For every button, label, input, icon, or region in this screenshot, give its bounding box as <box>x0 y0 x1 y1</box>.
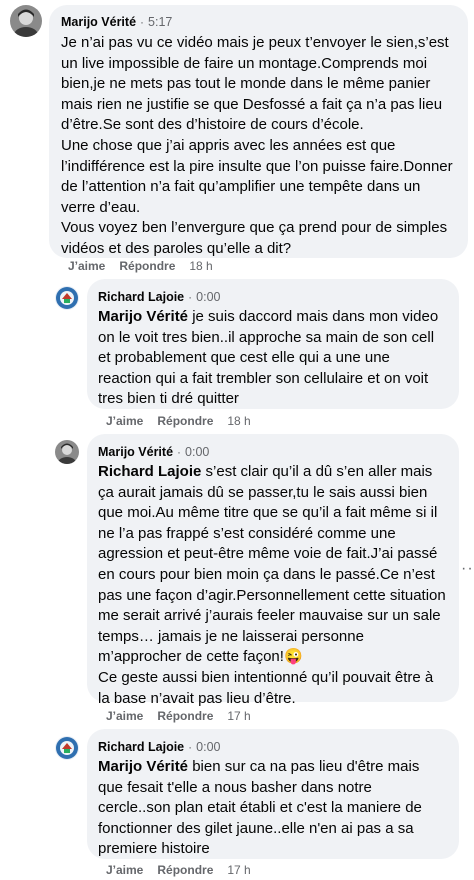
comment-author[interactable]: Marijo Vérité <box>98 445 173 459</box>
like-button[interactable]: J’aime <box>106 863 143 877</box>
avatar-logo-icon <box>55 736 79 760</box>
comment-author[interactable]: Richard Lajoie <box>98 290 184 304</box>
comment-time: 0:00 <box>185 445 210 459</box>
avatar[interactable] <box>55 286 79 310</box>
comment-actions: J’aime Répondre 18 h <box>68 259 227 273</box>
avatar[interactable] <box>10 5 42 37</box>
reply-button[interactable]: Répondre <box>157 863 213 877</box>
reply-button[interactable]: Répondre <box>157 709 213 723</box>
separator-dot: · <box>177 445 182 459</box>
comment-text-block: Richard Lajoie s’est clair qu’il a dû s’… <box>98 462 447 709</box>
separator-dot: · <box>188 740 193 754</box>
comment-actions: J’aime Répondre 18 h <box>106 414 265 428</box>
reply-bubble: Richard Lajoie · 0:00 Marijo Vérité bien s… <box>87 729 459 859</box>
comment-age[interactable]: 18 h <box>189 259 212 273</box>
like-button[interactable]: J’aime <box>106 414 143 428</box>
like-button[interactable]: J’aime <box>106 709 143 723</box>
comment-age[interactable]: 18 h <box>227 414 250 428</box>
comment-bubble: Marijo Vérité · 5:17 Je n’ai pas vu ce vid… <box>49 5 468 258</box>
comment-time: 5:17 <box>148 15 173 29</box>
avatar-photo-icon <box>55 440 79 464</box>
separator-dot: · <box>188 290 193 304</box>
like-button[interactable]: J’aime <box>68 259 105 273</box>
comment-time: 0:00 <box>196 740 221 754</box>
comment-age[interactable]: 17 h <box>227 863 250 877</box>
separator-dot: · <box>140 15 145 29</box>
comment-text-block: Marijo Vérité bien sur ca na pas lieu d'… <box>98 757 447 860</box>
mention-link[interactable]: Richard Lajoie <box>98 463 201 480</box>
comment-time: 0:00 <box>196 290 221 304</box>
comment-author[interactable]: Richard Lajoie <box>98 740 184 754</box>
comment-header: Richard Lajoie · 0:00 <box>98 288 447 306</box>
comment-text-block: Marijo Vérité je suis daccord mais dans … <box>98 307 447 410</box>
reply-bubble: Richard Lajoie · 0:00 Marijo Vérité je sui… <box>87 279 459 409</box>
comment-header: Marijo Vérité · 0:00 <box>98 443 447 461</box>
comment-age[interactable]: 17 h <box>227 709 250 723</box>
mention-link[interactable]: Marijo Vérité <box>98 758 188 775</box>
reply-bubble: Marijo Vérité · 0:00 Richard Lajoie s’est … <box>87 434 459 707</box>
comment-actions: J’aime Répondre 17 h <box>106 709 265 723</box>
avatar-logo-icon <box>55 286 79 310</box>
comment-header: Marijo Vérité · 5:17 <box>61 13 456 31</box>
reply-button[interactable]: Répondre <box>119 259 175 273</box>
avatar[interactable] <box>55 440 79 464</box>
comment-text: Je n’ai pas vu ce vidéo mais je peux t’e… <box>61 34 453 257</box>
mention-link[interactable]: Marijo Vérité <box>98 308 188 325</box>
comment-actions: J’aime Répondre 17 h <box>106 863 265 877</box>
avatar-photo-icon <box>10 5 42 37</box>
comment-header: Richard Lajoie · 0:00 <box>98 738 447 756</box>
comment-author[interactable]: Marijo Vérité <box>61 15 136 29</box>
comment-text: s’est clair qu’il a dû s’en aller mais ç… <box>98 463 446 707</box>
reply-button[interactable]: Répondre <box>157 414 213 428</box>
avatar[interactable] <box>55 736 79 760</box>
more-options-icon[interactable]: ··· <box>461 560 474 578</box>
